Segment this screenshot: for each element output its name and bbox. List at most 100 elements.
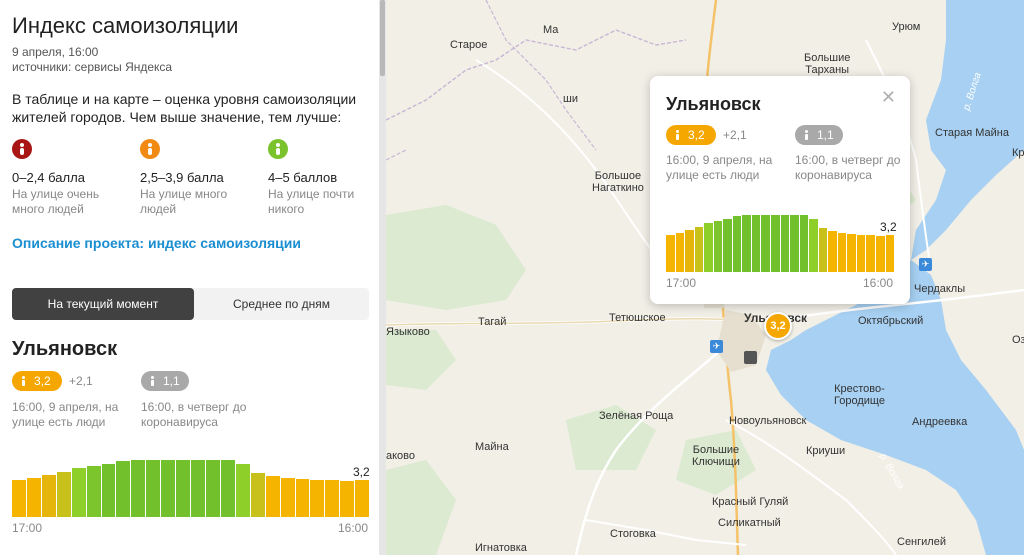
chart-bar xyxy=(101,464,116,517)
map-label-silikatny: Силикатный xyxy=(718,517,781,529)
legend-range: 4–5 баллов xyxy=(268,170,338,185)
map-label-novoulyanovsk: Новоульяновск xyxy=(729,415,807,427)
chart-bar xyxy=(799,215,809,272)
chart-bar xyxy=(847,234,856,272)
legend-level-mid: 2,5–3,9 балла На улице много людей xyxy=(140,139,260,217)
map-label-kr: Кр xyxy=(1012,147,1024,159)
city-title: Ульяновск xyxy=(12,338,118,360)
chart-bar xyxy=(56,472,71,517)
person-icon xyxy=(12,139,32,159)
map-label-staraya-maina: Старая Майна xyxy=(935,127,1009,139)
popup-baseline-index-badge: 1,1 xyxy=(795,125,843,145)
chart-bar xyxy=(713,221,723,272)
chart-bar xyxy=(685,230,694,272)
chart-bar xyxy=(146,460,161,517)
chart-bar xyxy=(205,460,220,517)
popup-city-title: Ульяновск xyxy=(666,94,761,114)
panel-scrollbar[interactable] xyxy=(379,0,386,555)
popup-hourly-index-chart xyxy=(666,214,895,272)
chart-bar xyxy=(191,460,205,517)
index-delta: +2,1 xyxy=(69,374,93,388)
close-icon[interactable]: ✕ xyxy=(881,88,896,106)
city-index-marker[interactable]: 3,2 xyxy=(764,312,792,340)
chart-bar xyxy=(340,481,355,517)
period-toggle: На текущий момент Среднее по дням xyxy=(12,288,369,320)
chart-bar xyxy=(704,223,713,272)
popup-chart-axis-start: 17:00 xyxy=(666,276,697,290)
map-label-yazykovo: Языково xyxy=(386,326,430,338)
popup-index-delta: +2,1 xyxy=(723,128,747,142)
legend-desc: На улице много людей xyxy=(140,187,228,216)
tab-daily-average[interactable]: Среднее по дням xyxy=(194,288,369,320)
chart-bar xyxy=(790,215,799,272)
chart-bar xyxy=(176,460,191,517)
popup-chart-axis-end: 16:00 xyxy=(863,276,894,290)
chart-bar xyxy=(355,480,370,517)
map-label-krivushi: Криуши xyxy=(806,445,846,457)
map-label-bolshie-tarhany: Большие Тарханы xyxy=(804,52,851,76)
panel-title: Индекс самоизоляции xyxy=(12,13,239,38)
sources-text: источники: сервисы Яндекса xyxy=(12,60,173,74)
chart-bar xyxy=(732,216,742,272)
popup-current-caption: 16:00, 9 апреля, на улице есть люди xyxy=(666,153,773,182)
map-label-stogovka: Стоговка xyxy=(610,528,656,540)
map-label-staroe: Старое xyxy=(450,39,488,51)
current-caption: 16:00, 9 апреля, на улице есть люди xyxy=(12,400,119,429)
chart-bar xyxy=(742,215,751,272)
map-label-shi: ши xyxy=(563,93,578,105)
chart-bar xyxy=(71,468,86,517)
chart-bar xyxy=(828,231,837,272)
map-label-ma: Ма xyxy=(543,24,559,36)
map-label-tagai: Тагай xyxy=(478,316,507,328)
popup-current-index-value: 3,2 xyxy=(688,128,705,142)
chart-bar xyxy=(131,460,146,517)
legend-range: 2,5–3,9 балла xyxy=(140,170,224,185)
person-icon xyxy=(268,139,288,159)
map-label-sengilei: Сенгилей xyxy=(897,536,946,548)
map-label-krestovo-gorodishche: Крестово- Городище xyxy=(834,383,885,407)
chart-bar xyxy=(694,227,704,272)
map-label-bolshoe-nagatkino: Большое Нагаткино xyxy=(592,170,644,194)
chart-bar xyxy=(295,479,310,517)
airport-icon[interactable]: ✈ xyxy=(919,258,932,271)
station-icon[interactable] xyxy=(744,351,757,364)
map-label-bolshie-klyuchishchi: Большие Ключищи xyxy=(692,444,740,468)
chart-bar xyxy=(761,215,771,272)
map-label-oz: Оз xyxy=(1012,334,1024,346)
chart-axis-end: 16:00 xyxy=(338,521,369,535)
chart-bar xyxy=(220,460,235,517)
chart-axis-start: 17:00 xyxy=(12,521,43,535)
map-label-andreevka: Андреевка xyxy=(912,416,968,428)
tab-current[interactable]: На текущий момент xyxy=(12,288,194,320)
chart-bar xyxy=(723,219,732,272)
baseline-index-badge: 1,1 xyxy=(141,371,189,391)
project-description-link[interactable]: Описание проекта: индекс самоизоляции xyxy=(12,235,301,251)
map-label-cherdakly: Чердаклы xyxy=(914,283,966,295)
map-label-maina: Майна xyxy=(475,441,509,453)
chart-bar xyxy=(250,473,265,517)
popup-current-index-badge: 3,2 xyxy=(666,125,716,145)
chart-bar xyxy=(12,480,26,517)
airport-icon[interactable]: ✈ xyxy=(710,340,723,353)
current-index-value: 3,2 xyxy=(34,374,51,388)
popup-baseline-caption: 16:00, в четверг до коронавируса xyxy=(795,153,901,182)
chart-bar xyxy=(666,235,675,272)
scrollbar-thumb[interactable] xyxy=(380,0,385,76)
chart-bar xyxy=(26,478,41,517)
intro-text: В таблице и на карте – оценка уровня сам… xyxy=(12,91,357,125)
chart-bar xyxy=(856,235,866,272)
current-index-badge: 3,2 xyxy=(12,371,62,391)
person-icon xyxy=(676,130,679,140)
update-date: 9 апреля, 16:00 xyxy=(12,45,99,59)
map-label-ignatovka: Игнатовка xyxy=(475,542,527,554)
chart-bar xyxy=(265,476,280,517)
chart-bar xyxy=(818,228,828,272)
chart-bar xyxy=(876,236,885,272)
info-panel: Индекс самоизоляции 9 апреля, 16:00 исто… xyxy=(0,0,379,555)
chart-bar xyxy=(161,460,176,517)
chart-bar xyxy=(41,475,56,517)
chart-bar xyxy=(809,219,818,272)
chart-bar xyxy=(116,461,131,517)
legend-range: 0–2,4 балла xyxy=(12,170,85,185)
chart-bar xyxy=(751,215,761,272)
